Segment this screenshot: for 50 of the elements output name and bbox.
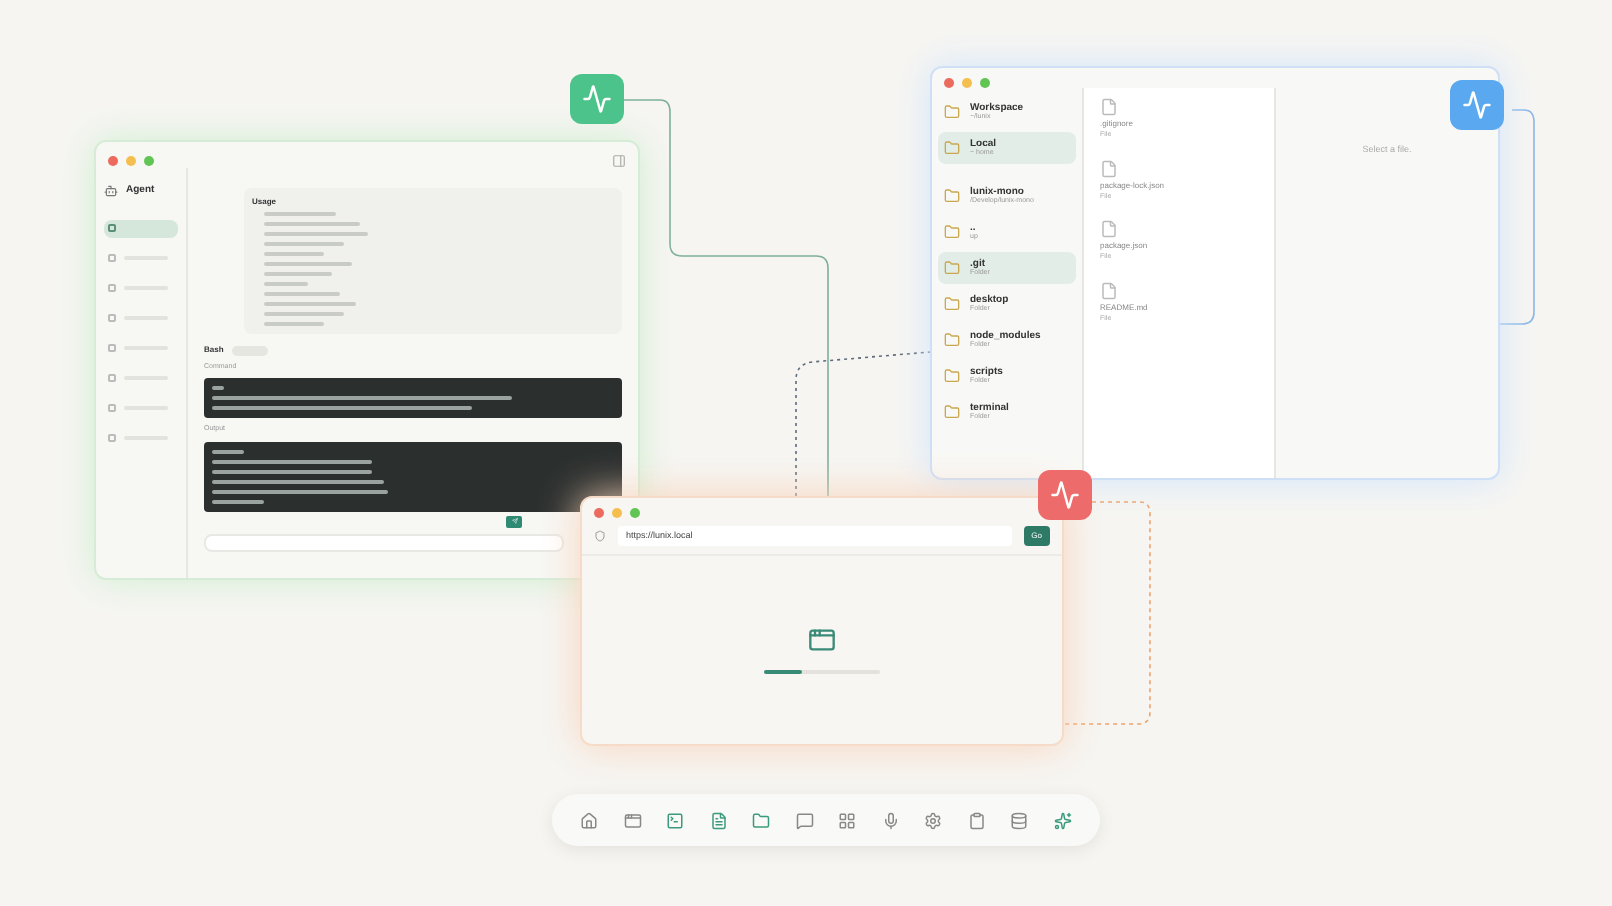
file-icon[interactable] — [709, 811, 728, 829]
agent-icon — [104, 184, 118, 199]
code-line — [264, 272, 332, 276]
home-icon[interactable] — [580, 811, 599, 829]
code-line — [264, 262, 352, 266]
message-field[interactable] — [204, 533, 564, 551]
code-line — [212, 499, 264, 503]
mic-icon[interactable] — [881, 811, 900, 829]
code-line — [264, 252, 324, 256]
code-line — [264, 282, 308, 286]
sparkle-icon[interactable] — [1053, 811, 1072, 829]
code-line — [264, 292, 340, 296]
waveform-icon — [1462, 90, 1492, 120]
folder-icon — [944, 140, 960, 156]
folder-icon — [944, 260, 960, 276]
code-line — [264, 232, 368, 236]
database-icon[interactable] — [1010, 811, 1029, 829]
code-line — [264, 302, 356, 306]
folder-icon — [944, 188, 960, 204]
code-line — [264, 242, 344, 246]
grid-icon[interactable] — [838, 811, 857, 829]
waveform-icon — [582, 84, 612, 114]
settings-icon[interactable] — [924, 811, 943, 829]
window-icon[interactable] — [623, 811, 642, 829]
file-icon — [1100, 98, 1118, 116]
file-icon — [1100, 220, 1118, 238]
code-line — [212, 449, 244, 453]
clipboard-icon[interactable] — [967, 811, 986, 829]
folder-icon — [944, 296, 960, 312]
code-line — [264, 222, 360, 226]
send-button[interactable] — [506, 515, 522, 527]
file-icon — [1100, 281, 1118, 299]
code-line — [264, 212, 336, 216]
browser-icon — [808, 626, 836, 655]
code-line — [264, 312, 344, 316]
waveform-icon — [1050, 480, 1080, 510]
folder-icon — [944, 368, 960, 384]
folder-icon — [944, 404, 960, 420]
file-icon — [1100, 159, 1118, 177]
code-line — [212, 386, 224, 391]
panel-icon[interactable] — [612, 154, 626, 168]
sidebar-item[interactable] — [104, 219, 178, 237]
folder-icon — [944, 104, 960, 120]
folder-icon[interactable] — [752, 811, 771, 829]
folder-icon — [944, 224, 960, 240]
chat-icon[interactable] — [795, 811, 814, 829]
code-line — [264, 322, 324, 326]
folder-icon — [944, 332, 960, 348]
terminal-icon[interactable] — [666, 811, 685, 829]
shield-icon — [594, 530, 606, 542]
